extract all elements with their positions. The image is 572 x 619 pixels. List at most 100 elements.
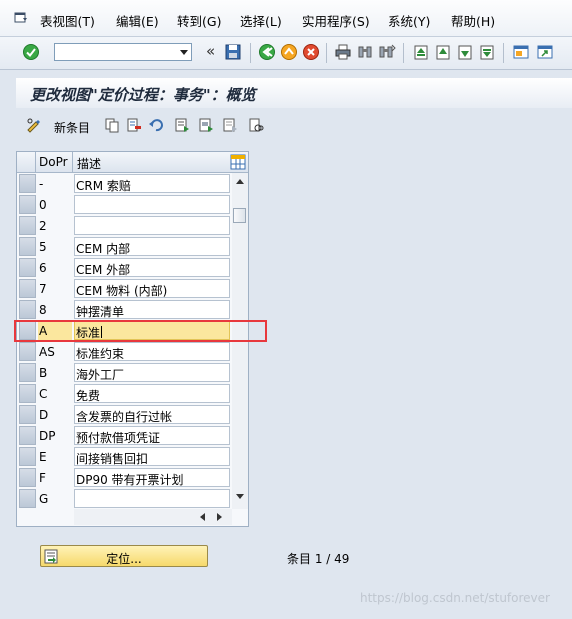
- row-description-field[interactable]: CEM 物料 (内部): [74, 279, 230, 298]
- row-code: C: [39, 387, 48, 401]
- back-icon[interactable]: [258, 43, 276, 61]
- row-selector[interactable]: [19, 300, 36, 319]
- row-code: 7: [39, 282, 47, 296]
- scroll-left-icon[interactable]: [200, 513, 205, 521]
- find-icon[interactable]: [356, 43, 374, 61]
- menu-edit[interactable]: 编辑(E): [116, 15, 159, 29]
- table-row[interactable]: 0: [17, 194, 232, 215]
- standard-toolbar: «: [0, 37, 572, 70]
- table-row[interactable]: 7 CEM 物料 (内部): [17, 278, 232, 299]
- position-button[interactable]: 定位...: [40, 545, 208, 567]
- row-code: D: [39, 408, 49, 422]
- table-row[interactable]: 5 CEM 内部: [17, 236, 232, 257]
- previous-page-icon[interactable]: [434, 43, 452, 61]
- row-selector[interactable]: [19, 405, 36, 424]
- table-settings-icon[interactable]: [230, 154, 246, 170]
- row-description-field[interactable]: 间接销售回扣: [74, 447, 230, 466]
- table-row[interactable]: - CRM 索赔: [17, 173, 232, 194]
- row-selector[interactable]: [19, 216, 36, 235]
- collapse-command-icon[interactable]: «: [206, 42, 215, 60]
- row-description-field[interactable]: 免费: [74, 384, 230, 403]
- new-entries-button[interactable]: 新条目: [24, 115, 102, 135]
- menu-goto[interactable]: 转到(G): [177, 15, 221, 29]
- row-selector[interactable]: [19, 279, 36, 298]
- undo-icon[interactable]: [148, 117, 164, 133]
- row-selector[interactable]: [19, 363, 36, 382]
- select-block-icon[interactable]: [198, 117, 214, 133]
- entry-count: 条目 1 / 49: [287, 552, 350, 566]
- table-row[interactable]: G: [17, 488, 232, 509]
- find-next-icon[interactable]: [378, 43, 396, 61]
- command-input[interactable]: [58, 45, 180, 61]
- enter-icon[interactable]: [22, 43, 40, 61]
- row-description-field[interactable]: CEM 外部: [74, 258, 230, 277]
- row-selector[interactable]: [19, 447, 36, 466]
- shortcut-icon[interactable]: [536, 43, 554, 61]
- scroll-up-icon[interactable]: [236, 179, 244, 184]
- menu-help[interactable]: 帮助(H): [451, 15, 495, 29]
- row-selector[interactable]: [19, 195, 36, 214]
- create-session-icon[interactable]: [512, 43, 530, 61]
- row-description-field[interactable]: DP90 带有开票计划: [74, 468, 230, 487]
- table-row[interactable]: C 免费: [17, 383, 232, 404]
- row-description-field[interactable]: CRM 索赔: [74, 174, 230, 193]
- row-description-field[interactable]: 钟摆清单: [74, 300, 230, 319]
- table-row[interactable]: F DP90 带有开票计划: [17, 467, 232, 488]
- save-icon[interactable]: [224, 43, 242, 61]
- command-field[interactable]: [54, 43, 192, 61]
- row-selector[interactable]: [19, 468, 36, 487]
- row-description-field[interactable]: 预付款借项凭证: [74, 426, 230, 445]
- row-selector[interactable]: [19, 426, 36, 445]
- menu-utilities[interactable]: 实用程序(S): [302, 15, 370, 29]
- exit-icon[interactable]: [280, 43, 298, 61]
- row-description-field[interactable]: 标准约束: [74, 342, 230, 361]
- table-row[interactable]: B 海外工厂: [17, 362, 232, 383]
- first-page-icon[interactable]: [412, 43, 430, 61]
- row-selector[interactable]: [19, 342, 36, 361]
- print-icon[interactable]: [334, 43, 352, 61]
- menu-table-view[interactable]: 表视图(T): [40, 15, 95, 29]
- row-selector[interactable]: [19, 237, 36, 256]
- table-row[interactable]: E 间接销售回扣: [17, 446, 232, 467]
- table-row[interactable]: 2: [17, 215, 232, 236]
- deselect-all-icon[interactable]: [222, 117, 238, 133]
- next-page-icon[interactable]: [456, 43, 474, 61]
- table-row[interactable]: 6 CEM 外部: [17, 257, 232, 278]
- chevron-down-icon[interactable]: [180, 50, 188, 55]
- system-menu-icon[interactable]: [14, 12, 28, 24]
- table-row[interactable]: DP 预付款借项凭证: [17, 425, 232, 446]
- row-description-field[interactable]: CEM 内部: [74, 237, 230, 256]
- toolbar-separator: [326, 43, 327, 63]
- table-row[interactable]: 8 钟摆清单: [17, 299, 232, 320]
- scroll-thumb[interactable]: [233, 208, 246, 223]
- row-selector[interactable]: [19, 489, 36, 508]
- last-page-icon[interactable]: [478, 43, 496, 61]
- column-header-dopr[interactable]: DoPr: [39, 155, 68, 169]
- row-selector[interactable]: [19, 258, 36, 277]
- position-button-label: 定位...: [106, 552, 142, 566]
- cancel-icon[interactable]: [302, 43, 320, 61]
- row-code: 0: [39, 198, 47, 212]
- row-selector[interactable]: [19, 174, 36, 193]
- delete-icon[interactable]: [126, 117, 142, 133]
- other-view-icon[interactable]: [248, 117, 264, 133]
- row-description-field[interactable]: 含发票的自行过帐: [74, 405, 230, 424]
- scroll-right-icon[interactable]: [217, 513, 222, 521]
- row-selector[interactable]: [19, 384, 36, 403]
- table-row[interactable]: D 含发票的自行过帐: [17, 404, 232, 425]
- row-description-field[interactable]: [74, 489, 230, 508]
- column-divider[interactable]: [72, 152, 73, 172]
- column-header-description[interactable]: 描述: [77, 155, 101, 172]
- horizontal-scrollbar[interactable]: [74, 509, 232, 525]
- copy-icon[interactable]: [104, 117, 120, 133]
- menu-selection[interactable]: 选择(L): [240, 15, 282, 29]
- scroll-down-icon[interactable]: [236, 494, 244, 499]
- row-code: -: [39, 177, 44, 191]
- select-all-icon[interactable]: [174, 117, 190, 133]
- row-description-field[interactable]: [74, 195, 230, 214]
- row-description-field[interactable]: 海外工厂: [74, 363, 230, 382]
- table-row[interactable]: AS 标准约束: [17, 341, 232, 362]
- select-all-rows[interactable]: [17, 152, 36, 172]
- row-description-field[interactable]: [74, 216, 230, 235]
- menu-system[interactable]: 系统(Y): [388, 15, 430, 29]
